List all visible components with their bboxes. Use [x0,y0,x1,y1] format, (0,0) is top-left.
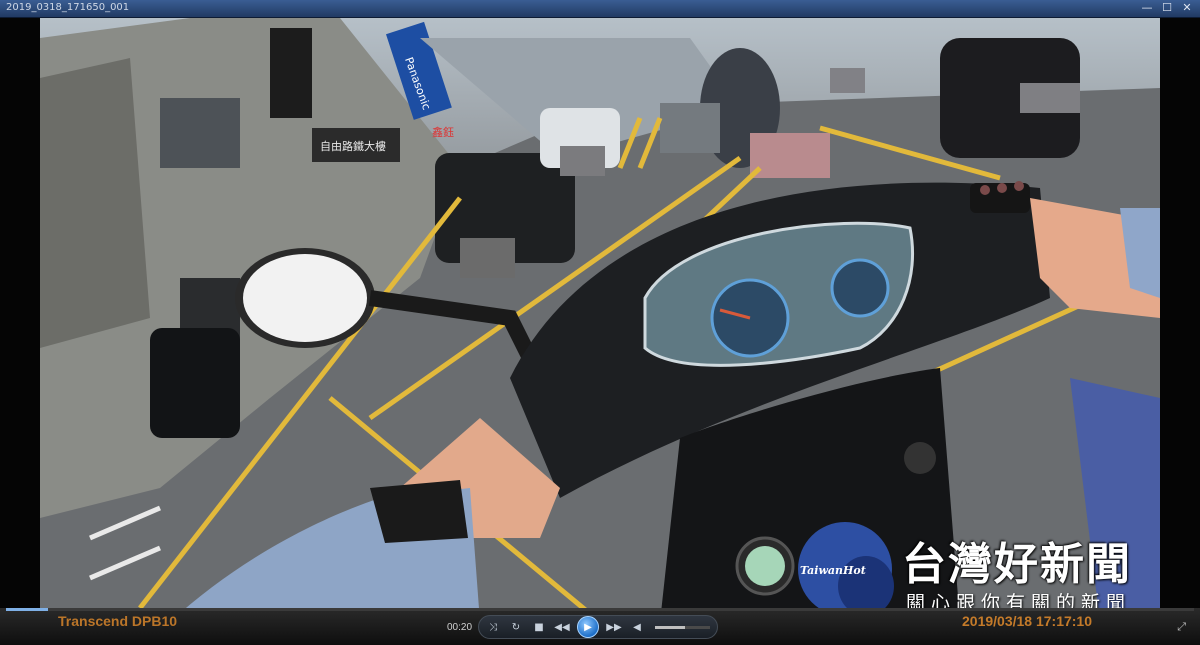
letterbox-left [0,18,40,622]
volume-level [655,626,686,629]
play-button[interactable]: ▶ [577,616,599,638]
next-button[interactable]: ▶▶ [606,622,622,633]
shop-sign-text-red: 鑫鈺 [432,125,454,139]
shuffle-button[interactable]: ⤨ [485,622,501,633]
taiwanhot-watermark: TaiwanHot 台灣好新聞 關心跟你有關的新聞 [798,520,1198,620]
seek-bar[interactable] [6,608,1194,611]
elapsed-time: 00:20 [447,622,473,633]
maximize-button[interactable]: ☐ [1160,1,1174,15]
window-controls: — ☐ ✕ [1140,1,1194,15]
camera-brand-overlay: Transcend DPB10 [58,613,178,629]
shop-sign-vertical [270,28,312,118]
seek-progress [6,608,48,611]
mute-button[interactable]: ◀ [629,622,645,633]
media-player-window: 2019_0318_171650_001 — ☐ ✕ 自由路鐵大樓 Panaso… [0,0,1200,645]
logo-chinese-name: 台灣好新聞 [902,539,1132,590]
mirror-glass [243,254,367,342]
logo-english: TaiwanHot [800,564,866,577]
title-bar[interactable]: 2019_0318_171650_001 — ☐ ✕ [0,0,1200,18]
stop-button[interactable]: ■ [531,622,547,633]
volume-slider[interactable] [655,626,710,629]
repeat-button[interactable]: ↻ [508,622,524,633]
fullscreen-icon[interactable]: ⤢ [1177,620,1186,634]
minimize-button[interactable]: — [1140,1,1154,15]
shop-sign-text: 自由路鐵大樓 [320,139,386,153]
recording-timestamp: 2019/03/18 17:17:10 [962,613,1092,629]
close-button[interactable]: ✕ [1180,1,1194,15]
previous-button[interactable]: ◀◀ [554,622,570,633]
wristwatch [370,480,468,543]
window-title: 2019_0318_171650_001 [6,2,130,13]
